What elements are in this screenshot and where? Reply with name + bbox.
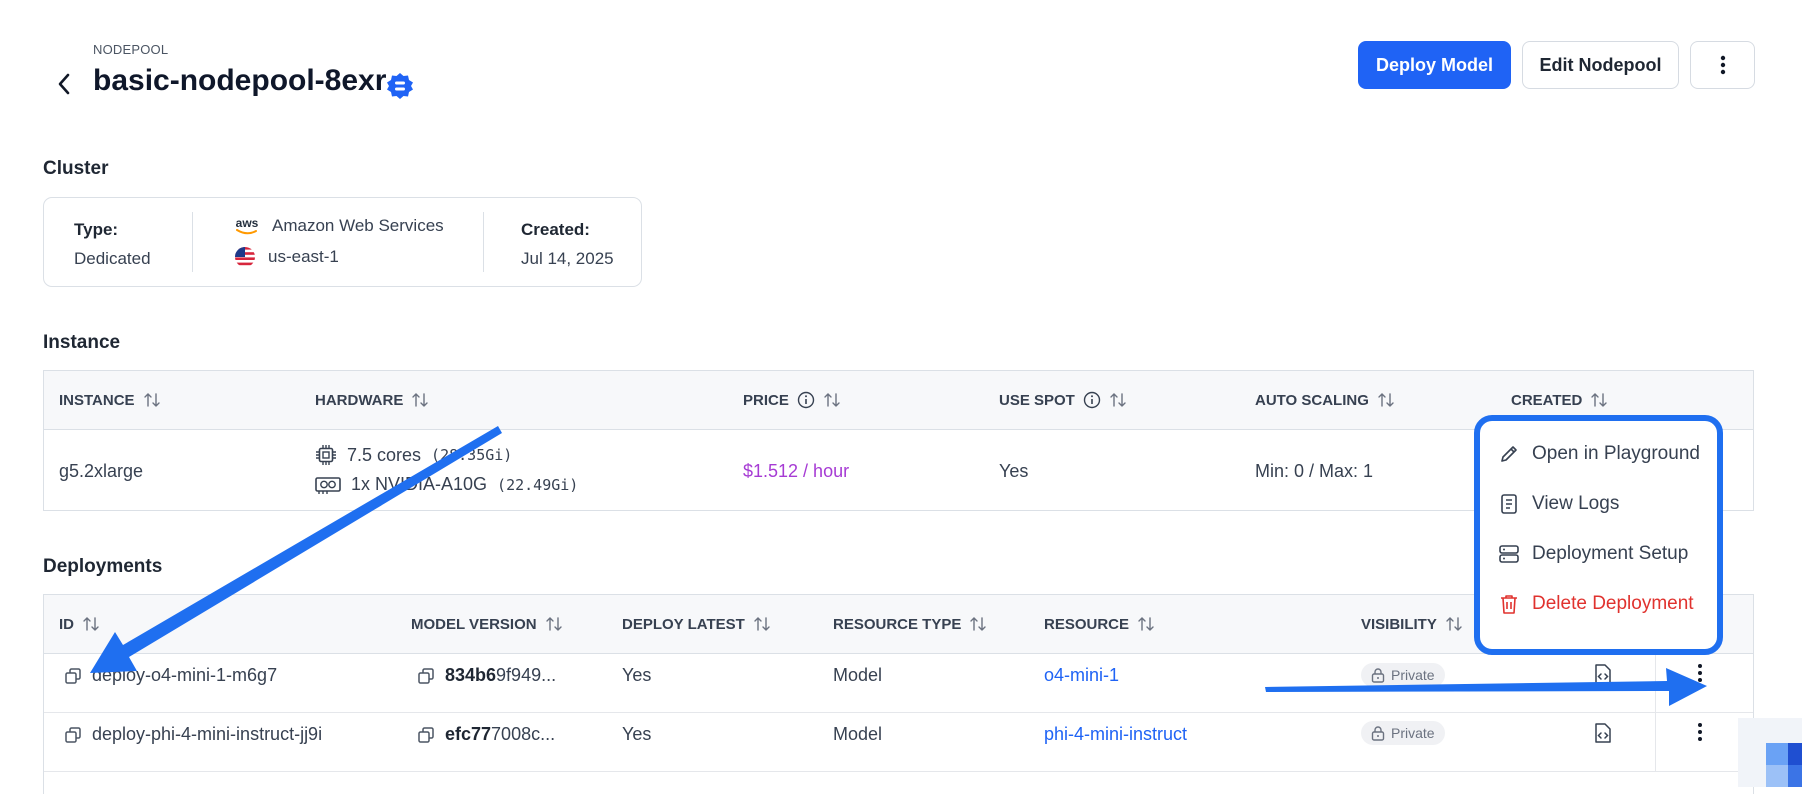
- resource-link-row-2[interactable]: phi-4-mini-instruct: [1044, 724, 1187, 745]
- col-deploy-latest[interactable]: DEPLOY LATEST: [622, 595, 771, 653]
- info-icon: [797, 391, 815, 409]
- copy-icon[interactable]: [417, 726, 435, 744]
- sort-icon: [969, 616, 987, 632]
- col-auto-scaling[interactable]: AUTO SCALING: [1255, 371, 1395, 429]
- sort-icon: [1377, 392, 1395, 408]
- deployment-context-menu: Open in Playground View Logs Deployment …: [1474, 415, 1723, 655]
- instance-name: g5.2xlarge: [59, 461, 144, 481]
- sort-icon: [411, 392, 429, 408]
- trash-icon: [1498, 593, 1520, 615]
- us-flag-icon: [235, 247, 255, 267]
- cluster-card: Type: Dedicated aws Amazon Web Services …: [43, 197, 642, 287]
- deployment-id-row-2: deploy-phi-4-mini-instruct-jj9i: [64, 724, 322, 745]
- region: us-east-1: [234, 246, 339, 268]
- sort-icon: [545, 616, 563, 632]
- deploy-model-button[interactable]: Deploy Model: [1358, 41, 1511, 89]
- sort-icon: [82, 616, 100, 632]
- provider: aws Amazon Web Services: [234, 216, 444, 236]
- code-file-button-row-2[interactable]: [1593, 722, 1613, 744]
- provider-name: Amazon Web Services: [272, 216, 444, 235]
- deploy-latest-row-1: Yes: [622, 665, 652, 685]
- server-icon: [1498, 543, 1520, 565]
- resource-type-row-1: Model: [833, 665, 883, 685]
- model-version-row-1: 834b69f949...: [417, 665, 556, 686]
- edit-nodepool-button[interactable]: Edit Nodepool: [1522, 41, 1679, 89]
- sort-icon: [1445, 616, 1463, 632]
- code-file-button-row-1[interactable]: [1593, 663, 1613, 685]
- type-value: Dedicated: [74, 249, 151, 268]
- model-version-row-2: efc777008c...: [417, 724, 555, 745]
- menu-item-open-playground[interactable]: Open in Playground: [1498, 443, 1700, 465]
- col-price[interactable]: PRICE: [743, 371, 841, 429]
- lock-icon: [1371, 667, 1385, 683]
- sort-icon: [1137, 616, 1155, 632]
- col-use-spot[interactable]: USE SPOT: [999, 371, 1127, 429]
- copy-icon[interactable]: [417, 667, 435, 685]
- copy-icon[interactable]: [64, 726, 82, 744]
- col-model-version[interactable]: MODEL VERSION: [411, 595, 563, 653]
- more-vertical-icon: [1720, 55, 1725, 75]
- gpu-icon: [315, 476, 341, 494]
- use-spot-value: Yes: [999, 461, 1029, 481]
- more-vertical-icon: [1697, 722, 1703, 742]
- sticky-actions-divider: [1655, 652, 1656, 772]
- lock-icon: [1371, 725, 1385, 741]
- chevron-left-icon: [58, 73, 70, 95]
- price-value: $1.512 / hour: [743, 461, 850, 481]
- document-icon: [1498, 493, 1520, 515]
- cpu-icon: [316, 445, 336, 465]
- sort-icon: [143, 392, 161, 408]
- hardware-cpu: 7.5 cores (28.35Gi): [315, 444, 512, 466]
- sort-icon: [823, 392, 841, 408]
- cluster-section-title: Cluster: [43, 158, 109, 179]
- created-value: Jul 14, 2025: [521, 249, 614, 268]
- instance-section-title: Instance: [43, 332, 121, 353]
- hardware-gpu: 1x NVIDIA-A10G (22.49Gi): [315, 474, 578, 495]
- col-instance[interactable]: INSTANCE: [59, 371, 161, 429]
- code-file-icon: [1593, 722, 1613, 744]
- resource-type-row-2: Model: [833, 724, 883, 744]
- type-label: Type:: [74, 220, 119, 239]
- aws-logo-icon: aws: [234, 217, 260, 235]
- sort-icon: [753, 616, 771, 632]
- deploy-latest-row-2: Yes: [622, 724, 652, 744]
- back-button[interactable]: [50, 70, 78, 98]
- menu-item-delete-deployment[interactable]: Delete Deployment: [1498, 593, 1694, 615]
- more-actions-button[interactable]: [1690, 41, 1755, 89]
- sort-icon: [1109, 392, 1127, 408]
- code-file-icon: [1593, 663, 1613, 685]
- col-resource[interactable]: RESOURCE: [1044, 595, 1155, 653]
- auto-scaling-value: Min: 0 / Max: 1: [1255, 461, 1374, 481]
- row-actions-button-row-2[interactable]: [1697, 722, 1703, 742]
- col-hardware[interactable]: HARDWARE: [315, 371, 429, 429]
- copy-icon[interactable]: [64, 667, 82, 685]
- verified-badge-icon: [386, 72, 414, 105]
- page-title: basic-nodepool-8exr: [93, 64, 387, 97]
- menu-item-view-logs[interactable]: View Logs: [1498, 493, 1619, 515]
- resource-link-row-1[interactable]: o4-mini-1: [1044, 665, 1119, 686]
- info-icon: [1083, 391, 1101, 409]
- visibility-badge-row-2: Private: [1361, 721, 1445, 745]
- menu-item-deployment-setup[interactable]: Deployment Setup: [1498, 543, 1688, 565]
- page-eyebrow: NODEPOOL: [93, 42, 169, 57]
- deployment-id-row-1: deploy-o4-mini-1-m6g7: [64, 665, 277, 686]
- row-actions-button-row-1[interactable]: [1697, 663, 1703, 683]
- more-vertical-icon: [1697, 663, 1703, 683]
- corner-panel: [1738, 718, 1802, 787]
- col-visibility[interactable]: VISIBILITY: [1361, 595, 1463, 653]
- col-resource-type[interactable]: RESOURCE TYPE: [833, 595, 987, 653]
- col-id[interactable]: ID: [59, 595, 100, 653]
- sort-icon: [1590, 392, 1608, 408]
- pencil-icon: [1498, 443, 1520, 465]
- region-name: us-east-1: [268, 247, 339, 266]
- deployments-section-title: Deployments: [43, 556, 163, 577]
- created-label: Created:: [521, 220, 590, 239]
- visibility-badge-row-1: Private: [1361, 663, 1445, 687]
